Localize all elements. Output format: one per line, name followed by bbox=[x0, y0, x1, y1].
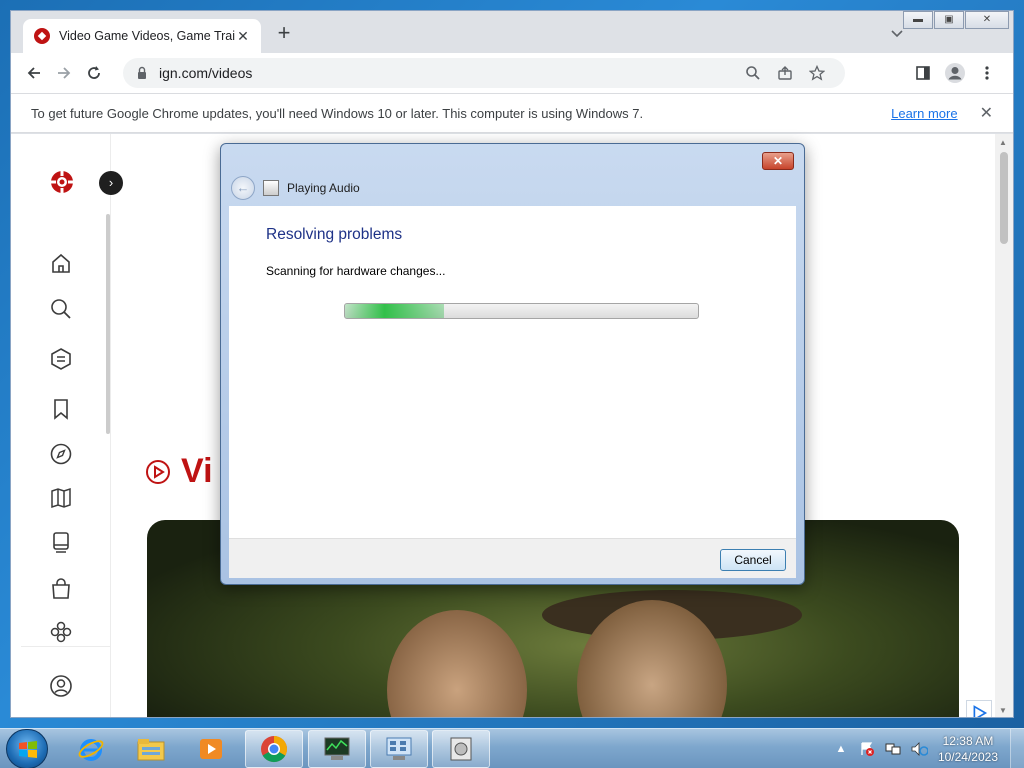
tab-title: Video Game Videos, Game Traile bbox=[59, 29, 235, 43]
maximize-button[interactable]: ▣ bbox=[934, 11, 964, 29]
reload-button[interactable] bbox=[79, 58, 109, 88]
console-icon[interactable] bbox=[49, 531, 73, 555]
new-tab-button[interactable]: + bbox=[273, 22, 295, 45]
reload-icon bbox=[88, 66, 100, 79]
play-circle-icon bbox=[146, 459, 170, 484]
ign-sidebar bbox=[11, 134, 111, 717]
show-desktop-button[interactable] bbox=[1010, 729, 1024, 768]
side-panel-icon[interactable] bbox=[907, 58, 939, 88]
bookmark-star-icon[interactable] bbox=[801, 65, 833, 81]
taskbar-control-panel[interactable] bbox=[370, 730, 428, 768]
dialog-back-button[interactable]: ← bbox=[231, 176, 255, 200]
update-infobar: To get future Google Chrome updates, you… bbox=[11, 93, 1013, 133]
back-arrow-icon bbox=[27, 67, 40, 79]
browser-tab[interactable]: Video Game Videos, Game Traile ✕ bbox=[23, 19, 261, 53]
videos-heading: Vi bbox=[145, 452, 213, 491]
windows-logo-icon bbox=[19, 741, 37, 758]
browser-toolbar: ign.com/videos bbox=[11, 53, 1013, 93]
ad-choices-icon[interactable] bbox=[966, 700, 992, 718]
window-controls: ▬ ▣ ✕ bbox=[902, 11, 1009, 29]
sidebar-scrollbar[interactable] bbox=[106, 214, 110, 434]
search-icon[interactable] bbox=[49, 297, 73, 321]
sidebar-expand-button[interactable]: › bbox=[99, 171, 123, 195]
tray-volume-icon[interactable] bbox=[908, 740, 930, 758]
compass-icon[interactable] bbox=[49, 442, 73, 466]
tray-network-icon[interactable] bbox=[882, 740, 904, 758]
infobar-message: To get future Google Chrome updates, you… bbox=[31, 105, 644, 121]
ign-favicon-icon bbox=[34, 28, 50, 44]
share-icon[interactable] bbox=[769, 65, 801, 81]
dialog-footer: Cancel bbox=[229, 538, 796, 578]
puzzle-icon[interactable] bbox=[49, 620, 73, 644]
start-button[interactable] bbox=[6, 729, 48, 768]
task-manager-icon bbox=[324, 737, 350, 760]
scroll-up-icon[interactable]: ▲ bbox=[999, 138, 1007, 147]
tray-show-hidden-icon[interactable]: ▲ bbox=[830, 740, 852, 758]
dialog-status-text: Scanning for hardware changes... bbox=[266, 264, 446, 278]
address-bar[interactable]: ign.com/videos bbox=[123, 58, 845, 88]
dialog-header: ← Playing Audio bbox=[231, 176, 360, 200]
clock-date: 10/24/2023 bbox=[937, 750, 998, 764]
ie-icon bbox=[78, 739, 104, 761]
profile-avatar-icon[interactable] bbox=[939, 58, 971, 88]
media-player-icon bbox=[200, 739, 222, 759]
progress-bar-fill bbox=[345, 304, 444, 318]
dialog-close-button[interactable]: ✕ bbox=[762, 152, 794, 170]
troubleshooter-icon bbox=[450, 737, 472, 761]
taskbar-explorer[interactable] bbox=[122, 730, 180, 768]
page-scrollbar[interactable]: ▲ ▼ bbox=[995, 134, 1013, 717]
taskbar: ▲ 12:38 AM 10/24/2023 bbox=[0, 728, 1024, 768]
site-info-icon[interactable] bbox=[135, 66, 149, 80]
forward-arrow-icon bbox=[58, 67, 71, 79]
taskbar-task-manager[interactable] bbox=[308, 730, 366, 768]
dialog-title: Playing Audio bbox=[287, 181, 360, 195]
troubleshooter-app-icon bbox=[263, 180, 279, 196]
infobar-close-icon[interactable]: ✕ bbox=[980, 103, 993, 123]
explorer-icon bbox=[137, 739, 165, 761]
menu-kebab-icon[interactable] bbox=[971, 58, 1003, 88]
ign-logo-icon[interactable] bbox=[49, 169, 75, 195]
close-window-button[interactable]: ✕ bbox=[965, 11, 1009, 29]
scrollbar-thumb[interactable] bbox=[1000, 152, 1008, 244]
taskbar-ie[interactable] bbox=[62, 730, 120, 768]
dialog-body: Resolving problems Scanning for hardware… bbox=[229, 206, 796, 538]
tab-strip: Video Game Videos, Game Traile ✕ + ▬ ▣ ✕ bbox=[11, 11, 1013, 53]
taskbar-troubleshooter[interactable] bbox=[432, 730, 490, 768]
chrome-icon bbox=[261, 736, 288, 763]
sidebar-divider bbox=[21, 646, 111, 647]
hexagon-menu-icon[interactable] bbox=[49, 347, 73, 371]
bookmark-icon[interactable] bbox=[49, 397, 73, 421]
videos-heading-text: Vi bbox=[181, 452, 213, 490]
clock[interactable]: 12:38 AM 10/24/2023 bbox=[938, 733, 998, 765]
tab-close-icon[interactable]: ✕ bbox=[235, 28, 251, 45]
toolbar-right bbox=[907, 58, 1003, 88]
home-icon[interactable] bbox=[49, 252, 73, 276]
shopping-bag-icon[interactable] bbox=[49, 577, 73, 601]
dialog-heading: Resolving problems bbox=[266, 226, 403, 243]
troubleshooter-dialog: ✕ ← Playing Audio Resolving problems Sca… bbox=[220, 143, 805, 585]
hero-character-1 bbox=[387, 610, 527, 717]
minimize-button[interactable]: ▬ bbox=[903, 11, 933, 29]
url-text[interactable]: ign.com/videos bbox=[159, 65, 737, 81]
progress-bar bbox=[344, 303, 699, 319]
scroll-down-icon[interactable]: ▼ bbox=[999, 706, 1007, 715]
cancel-button[interactable]: Cancel bbox=[720, 549, 786, 571]
taskbar-media-player[interactable] bbox=[182, 730, 240, 768]
profile-icon[interactable] bbox=[49, 674, 73, 698]
map-icon[interactable] bbox=[49, 486, 73, 510]
control-panel-icon bbox=[386, 737, 412, 760]
tray-action-center-icon[interactable] bbox=[856, 740, 878, 758]
clock-time: 12:38 AM bbox=[942, 734, 994, 748]
zoom-search-icon[interactable] bbox=[737, 65, 769, 81]
back-button[interactable] bbox=[19, 58, 49, 88]
system-tray: ▲ 12:38 AM 10/24/2023 bbox=[828, 729, 1024, 768]
forward-button[interactable] bbox=[49, 58, 79, 88]
learn-more-link[interactable]: Learn more bbox=[891, 106, 957, 121]
taskbar-chrome[interactable] bbox=[245, 730, 303, 768]
